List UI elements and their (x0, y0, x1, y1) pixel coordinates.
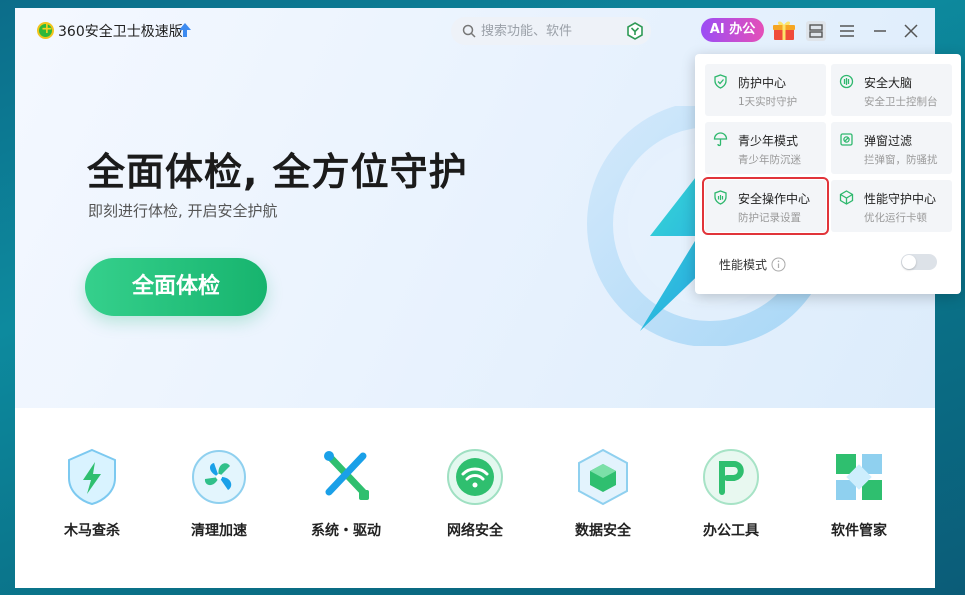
perf-cube-icon (839, 190, 854, 205)
card-title: 青少年模式 (738, 134, 799, 148)
card-performance-center[interactable]: 性能守护中心 优化运行卡顿 (831, 180, 952, 232)
tool-label: 木马查杀 (64, 523, 120, 539)
tool-office-tools[interactable]: 办公工具 (676, 446, 786, 540)
close-icon[interactable] (901, 21, 921, 41)
card-subtitle: 防护记录设置 (738, 212, 801, 224)
search-brand-icon[interactable] (626, 22, 644, 40)
tool-trojan-scan[interactable]: 木马查杀 (37, 446, 147, 540)
performance-mode-label: 性能模式 (719, 258, 768, 272)
widget-box-icon[interactable] (806, 21, 826, 41)
tool-label: 清理加速 (191, 523, 247, 539)
tool-label: 网络安全 (447, 523, 503, 539)
gift-icon[interactable] (772, 19, 796, 41)
card-title: 性能守护中心 (864, 192, 937, 206)
ai-office-button[interactable]: AI 办公 (701, 18, 764, 42)
card-subtitle: 安全卫士控制台 (864, 96, 938, 108)
full-checkup-button[interactable]: 全面体检 (85, 258, 267, 316)
data-cube-icon (578, 448, 628, 506)
card-subtitle: 优化运行卡顿 (864, 212, 927, 224)
tool-label: 数据安全 (575, 523, 631, 539)
quick-menu-popup: 防护中心 1天实时守护 安全大脑 安全卫士控制台 青少年模式 青少年防沉迷 弹窗… (695, 54, 961, 294)
card-protection-center[interactable]: 防护中心 1天实时守护 (705, 64, 826, 116)
wifi-icon (447, 449, 503, 505)
software-manager-icon (836, 454, 882, 500)
tools-row: 木马查杀 清理加速 系统・驱动 网络安全 数据安全 办公工具 软件管家 (15, 408, 935, 588)
system-tools-icon (324, 451, 369, 500)
app-title: 360安全卫士极速版 (58, 24, 183, 40)
brain-icon (839, 74, 854, 89)
tool-data-security[interactable]: 数据安全 (548, 446, 658, 540)
tool-network-security[interactable]: 网络安全 (420, 446, 530, 540)
cleanup-fan-icon (192, 450, 246, 504)
popup-filter-icon (840, 133, 853, 146)
office-p-icon (703, 449, 759, 505)
tool-label: 办公工具 (703, 523, 759, 539)
card-youth-mode[interactable]: 青少年模式 青少年防沉迷 (705, 122, 826, 174)
app-logo-icon (37, 21, 54, 39)
search-box[interactable] (451, 17, 651, 45)
card-subtitle: 1天实时守护 (738, 96, 798, 108)
performance-mode-toggle[interactable] (901, 254, 937, 270)
umbrella-icon (713, 132, 728, 147)
trojan-shield-icon (68, 448, 116, 506)
card-subtitle: 拦弹窗，防骚扰 (864, 154, 938, 166)
shield-check-icon (714, 74, 727, 89)
search-input[interactable] (481, 17, 621, 45)
minimize-icon[interactable] (870, 21, 890, 41)
card-security-operation-center[interactable]: 安全操作中心 防护记录设置 (702, 177, 829, 235)
hero-subline: 即刻进行体检, 开启安全护航 (88, 202, 278, 220)
upgrade-arrow-icon[interactable] (179, 23, 191, 37)
tool-label: 软件管家 (831, 523, 887, 539)
card-popup-filter[interactable]: 弹窗过滤 拦弹窗，防骚扰 (831, 122, 952, 174)
title-bar: 360安全卫士极速版 AI 办公 (15, 8, 935, 56)
tool-software-manager[interactable]: 软件管家 (804, 446, 914, 540)
card-title: 安全大脑 (864, 76, 913, 90)
tool-label: 系统・驱动 (311, 523, 381, 539)
hero-headline: 全面体检, 全方位守护 (87, 150, 468, 194)
tool-system-driver[interactable]: 系统・驱动 (291, 446, 401, 540)
card-title: 安全操作中心 (738, 192, 811, 206)
card-subtitle: 青少年防沉迷 (738, 154, 801, 166)
tool-cleanup[interactable]: 清理加速 (164, 446, 274, 540)
search-icon (462, 24, 476, 38)
info-icon[interactable] (771, 257, 786, 272)
card-security-brain[interactable]: 安全大脑 安全卫士控制台 (831, 64, 952, 116)
shield-log-icon (714, 190, 727, 205)
card-title: 防护中心 (738, 76, 787, 90)
card-title: 弹窗过滤 (864, 134, 913, 148)
menu-icon[interactable] (837, 21, 857, 41)
